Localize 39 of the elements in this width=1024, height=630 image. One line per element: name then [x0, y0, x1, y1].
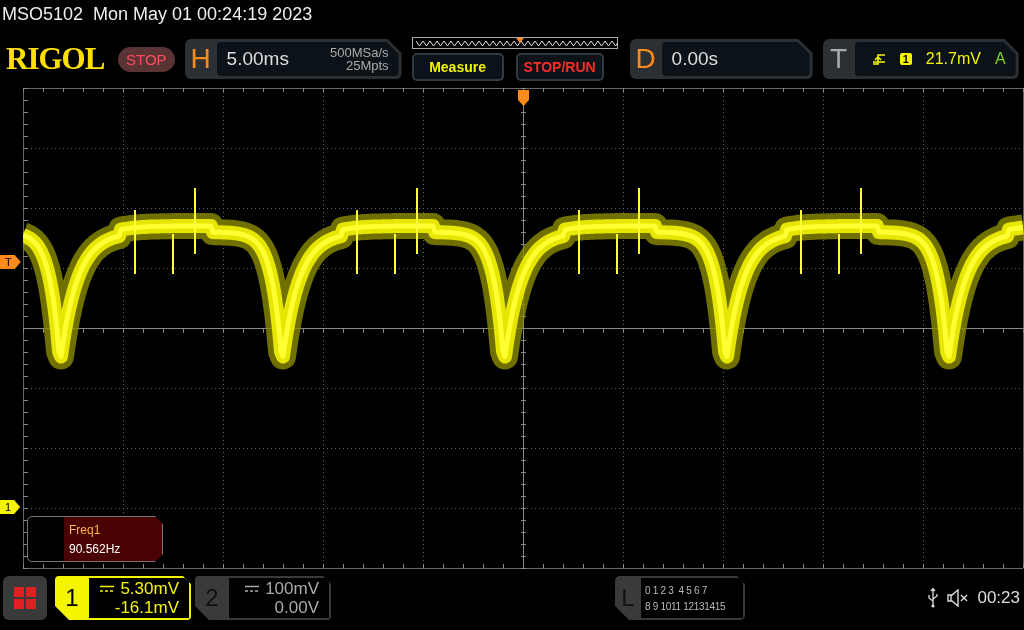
channel-offset: -16.1mV: [114, 598, 179, 617]
run-status-badge: STOP: [118, 46, 175, 72]
delay-label: D: [634, 42, 657, 76]
menu-icon: [14, 587, 36, 609]
channel-offset: 0.00V: [274, 598, 319, 617]
usb-icon: [927, 588, 940, 608]
measurement-name: Freq1: [69, 522, 102, 537]
horizontal-panel[interactable]: H 5.00ms 500MSa/s 25Mpts: [184, 39, 402, 79]
date-time: Mon May 01 00:24:19 2023: [93, 4, 313, 25]
timebase-value: 5.00ms: [226, 48, 289, 70]
sample-rate: 500MSa/s: [330, 46, 389, 59]
trigger-level-marker[interactable]: T: [0, 255, 21, 269]
memory-depth: 25Mpts: [345, 59, 389, 72]
measure-button[interactable]: Measure: [411, 53, 504, 81]
clock-time: 00:23: [977, 588, 1020, 608]
menu-button[interactable]: [3, 576, 47, 620]
channel-scale: 5.30mV: [120, 579, 179, 598]
dc-coupling-icon: [100, 584, 115, 593]
model-name: MSO5102: [2, 4, 84, 25]
trigger-panel[interactable]: T 1 21.7mV A: [822, 39, 1019, 79]
rising-edge-icon: [871, 52, 886, 66]
stop-run-button[interactable]: STOP/RUN: [515, 53, 604, 81]
delay-value: 0.00s: [671, 48, 719, 70]
channel-scale: 100mV: [265, 579, 319, 598]
logic-channel-numbers: 8 9 1011 12131415: [645, 600, 726, 612]
brand-logo: RIGOL: [6, 41, 106, 77]
dc-coupling-icon: [245, 584, 260, 593]
trigger-level: 21.7mV: [925, 50, 981, 68]
channel-offset-marker[interactable]: 1: [0, 500, 21, 514]
trigger-position-icon: [518, 90, 529, 106]
measurement-value: 90.562Hz: [69, 541, 122, 556]
delay-panel[interactable]: D 0.00s: [629, 39, 813, 79]
trigger-label: T: [829, 42, 849, 76]
speaker-muted-icon[interactable]: [947, 589, 970, 607]
horizontal-label: H: [189, 42, 212, 76]
channel-button[interactable]: 1 5.30mV -16.1mV: [55, 576, 191, 620]
logic-channel-numbers: 0 1 2 3 4 5 6 7: [645, 584, 707, 596]
trigger-mode: A: [994, 50, 1006, 68]
trigger-source-badge: 1: [899, 53, 912, 65]
